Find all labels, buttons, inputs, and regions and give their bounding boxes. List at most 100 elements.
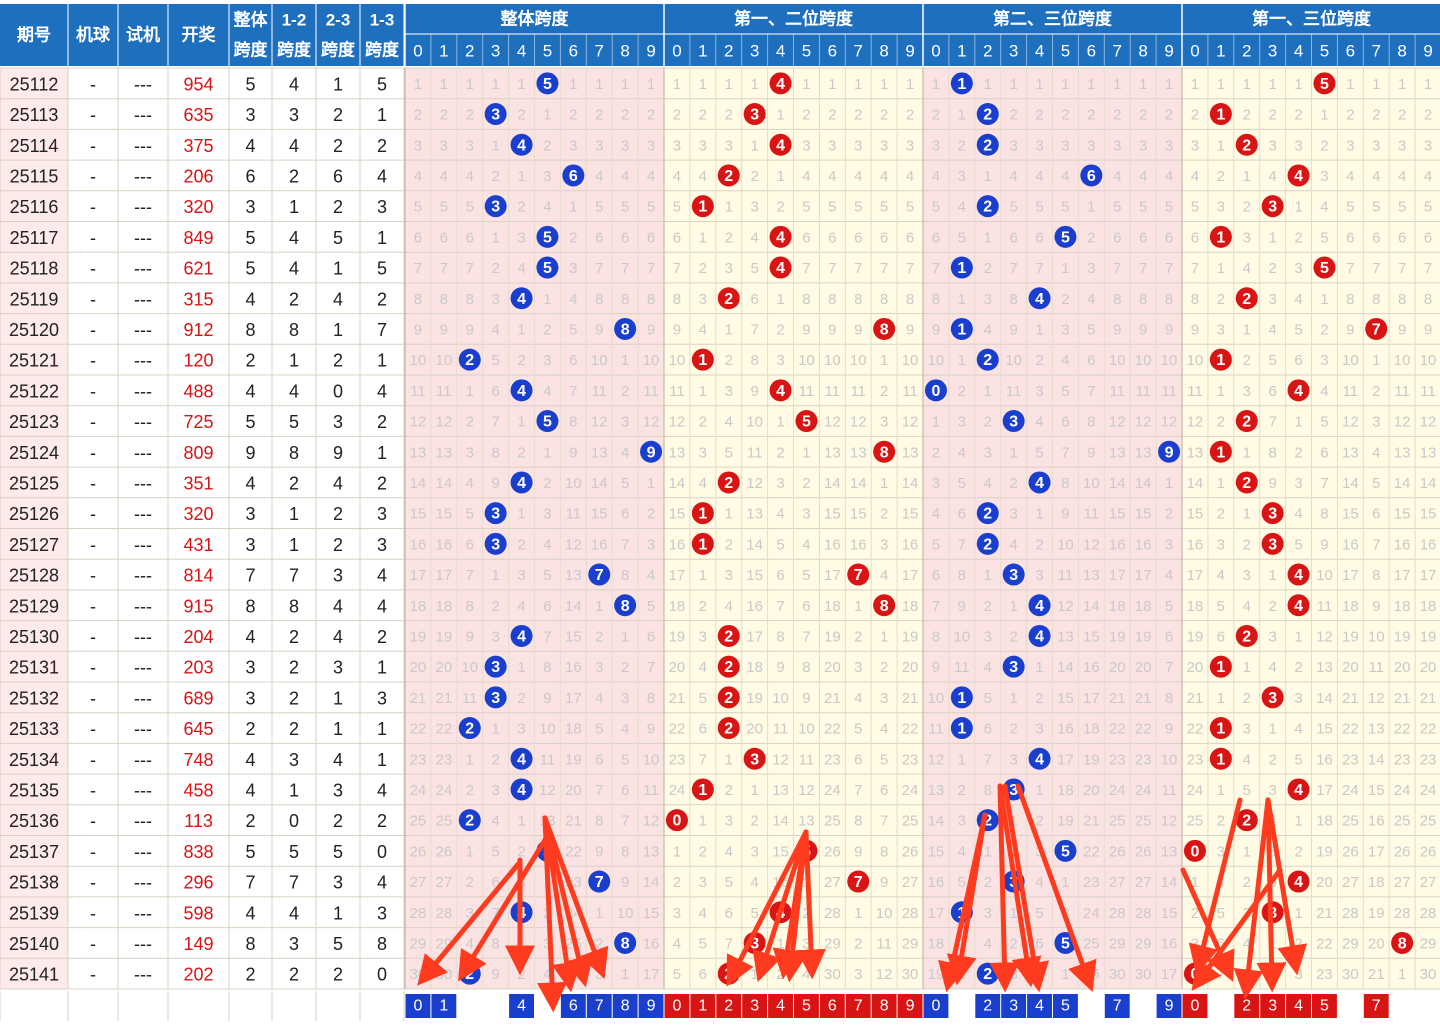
miss-count: 27 xyxy=(1420,874,1437,891)
hit-ball-label: 1 xyxy=(1216,659,1225,676)
miss-count: 3 xyxy=(1035,843,1043,860)
miss-count: 3 xyxy=(725,137,733,154)
miss-count: 7 xyxy=(802,260,810,277)
hit-ball-label: 5 xyxy=(1320,76,1329,93)
draw-value: 120 xyxy=(183,351,213,371)
group-title-2: 第二、三位跨度 xyxy=(993,9,1113,29)
miss-count: 15 xyxy=(746,567,763,584)
miss-count: 13 xyxy=(1161,843,1178,860)
miss-count: 2 xyxy=(932,444,940,461)
hit-ball-label: 0 xyxy=(672,813,681,830)
miss-count: 6 xyxy=(1087,352,1095,369)
header-span12-top: 1-2 xyxy=(282,11,307,30)
miss-count: 11 xyxy=(1161,383,1177,400)
miss-count: 15 xyxy=(591,506,608,523)
machine-value: - xyxy=(90,289,96,309)
miss-count: 1 xyxy=(776,414,784,431)
miss-count: 2 xyxy=(1035,107,1043,124)
miss-count: 25 xyxy=(1135,813,1152,830)
draw-value: 725 xyxy=(183,412,213,432)
miss-count: 15 xyxy=(902,506,919,523)
miss-count: 26 xyxy=(824,843,841,860)
miss-count: 23 xyxy=(1187,751,1204,768)
miss-count: 17 xyxy=(436,567,453,584)
miss-count: 4 xyxy=(1294,506,1302,523)
miss-count: 10 xyxy=(410,352,427,369)
miss-count: 1 xyxy=(725,321,733,338)
period-value: 25117 xyxy=(10,228,59,248)
miss-count: 12 xyxy=(1420,414,1437,431)
miss-count: 1 xyxy=(1217,475,1225,492)
miss-count: 24 xyxy=(1187,782,1204,799)
miss-count: 26 xyxy=(436,843,453,860)
miss-count: 16 xyxy=(410,536,427,553)
miss-count: 23 xyxy=(902,751,919,768)
miss-count: 1 xyxy=(1243,321,1251,338)
miss-count: 2 xyxy=(958,966,966,983)
miss-count: 12 xyxy=(1135,414,1152,431)
miss-count: 1 xyxy=(776,935,784,952)
miss-count: 1 xyxy=(958,291,966,308)
period-value: 25127 xyxy=(9,535,59,555)
miss-count: 14 xyxy=(902,475,919,492)
miss-count: 2 xyxy=(699,107,707,124)
trial-value: --- xyxy=(134,443,152,463)
hit-ball-label: 3 xyxy=(1009,567,1018,584)
miss-count: 24 xyxy=(824,782,841,799)
trial-value: --- xyxy=(134,596,152,616)
overall-span-value: 8 xyxy=(245,934,255,954)
hit-ball-label: 3 xyxy=(491,536,500,553)
miss-count: 2 xyxy=(491,260,499,277)
miss-count: 4 xyxy=(543,199,551,216)
span-23-value: 4 xyxy=(333,473,343,493)
trial-value: --- xyxy=(134,627,152,647)
miss-count: 4 xyxy=(569,291,577,308)
miss-count: 4 xyxy=(466,475,474,492)
hit-ball-label: 3 xyxy=(750,751,759,768)
miss-count: 2 xyxy=(466,782,474,799)
miss-count: 3 xyxy=(854,659,862,676)
miss-count: 2 xyxy=(854,935,862,952)
miss-count: 6 xyxy=(699,966,707,983)
miss-count: 2 xyxy=(673,874,681,891)
overall-span-value: 5 xyxy=(245,842,255,862)
miss-count: 1 xyxy=(1217,137,1225,154)
hit-ball-label: 2 xyxy=(465,352,474,369)
miss-count: 1 xyxy=(1268,76,1276,93)
draw-value: 621 xyxy=(183,259,213,279)
hit-ball-label: 2 xyxy=(1242,628,1251,645)
miss-count: 14 xyxy=(410,475,427,492)
miss-count: 1 xyxy=(1372,76,1380,93)
miss-count: 11 xyxy=(773,721,789,738)
miss-count: 2 xyxy=(725,107,733,124)
miss-count: 4 xyxy=(1061,352,1069,369)
miss-count: 4 xyxy=(854,168,862,185)
bottom-mark-label: 2 xyxy=(983,998,992,1015)
bottom-mark-label: 6 xyxy=(569,998,578,1015)
miss-count: 3 xyxy=(517,567,525,584)
hit-ball-label: 4 xyxy=(776,383,785,400)
hit-ball-label: 4 xyxy=(517,475,526,492)
period-value: 25141 xyxy=(9,965,59,985)
miss-count: 6 xyxy=(621,782,629,799)
span-12-value: 4 xyxy=(289,259,299,279)
miss-count: 3 xyxy=(828,137,836,154)
hit-ball-label: 5 xyxy=(543,76,552,93)
span-12-value: 2 xyxy=(289,719,299,739)
miss-count: 3 xyxy=(1217,843,1225,860)
miss-count: 2 xyxy=(802,905,810,922)
bottom-mark-label: 0 xyxy=(931,998,940,1015)
miss-count: 19 xyxy=(746,690,763,707)
miss-count: 3 xyxy=(569,260,577,277)
miss-count: 10 xyxy=(798,352,815,369)
miss-count: 2 xyxy=(699,414,707,431)
trial-value: --- xyxy=(134,535,152,555)
digit-header: 3 xyxy=(750,42,759,61)
miss-count: 6 xyxy=(1165,229,1173,246)
period-value: 25140 xyxy=(9,934,59,954)
hit-ball-label: 3 xyxy=(1268,536,1277,553)
span-12-value: 2 xyxy=(289,658,299,678)
header-span13-bottom: 跨度 xyxy=(365,40,400,60)
miss-count: 2 xyxy=(958,137,966,154)
miss-count: 17 xyxy=(1187,567,1204,584)
